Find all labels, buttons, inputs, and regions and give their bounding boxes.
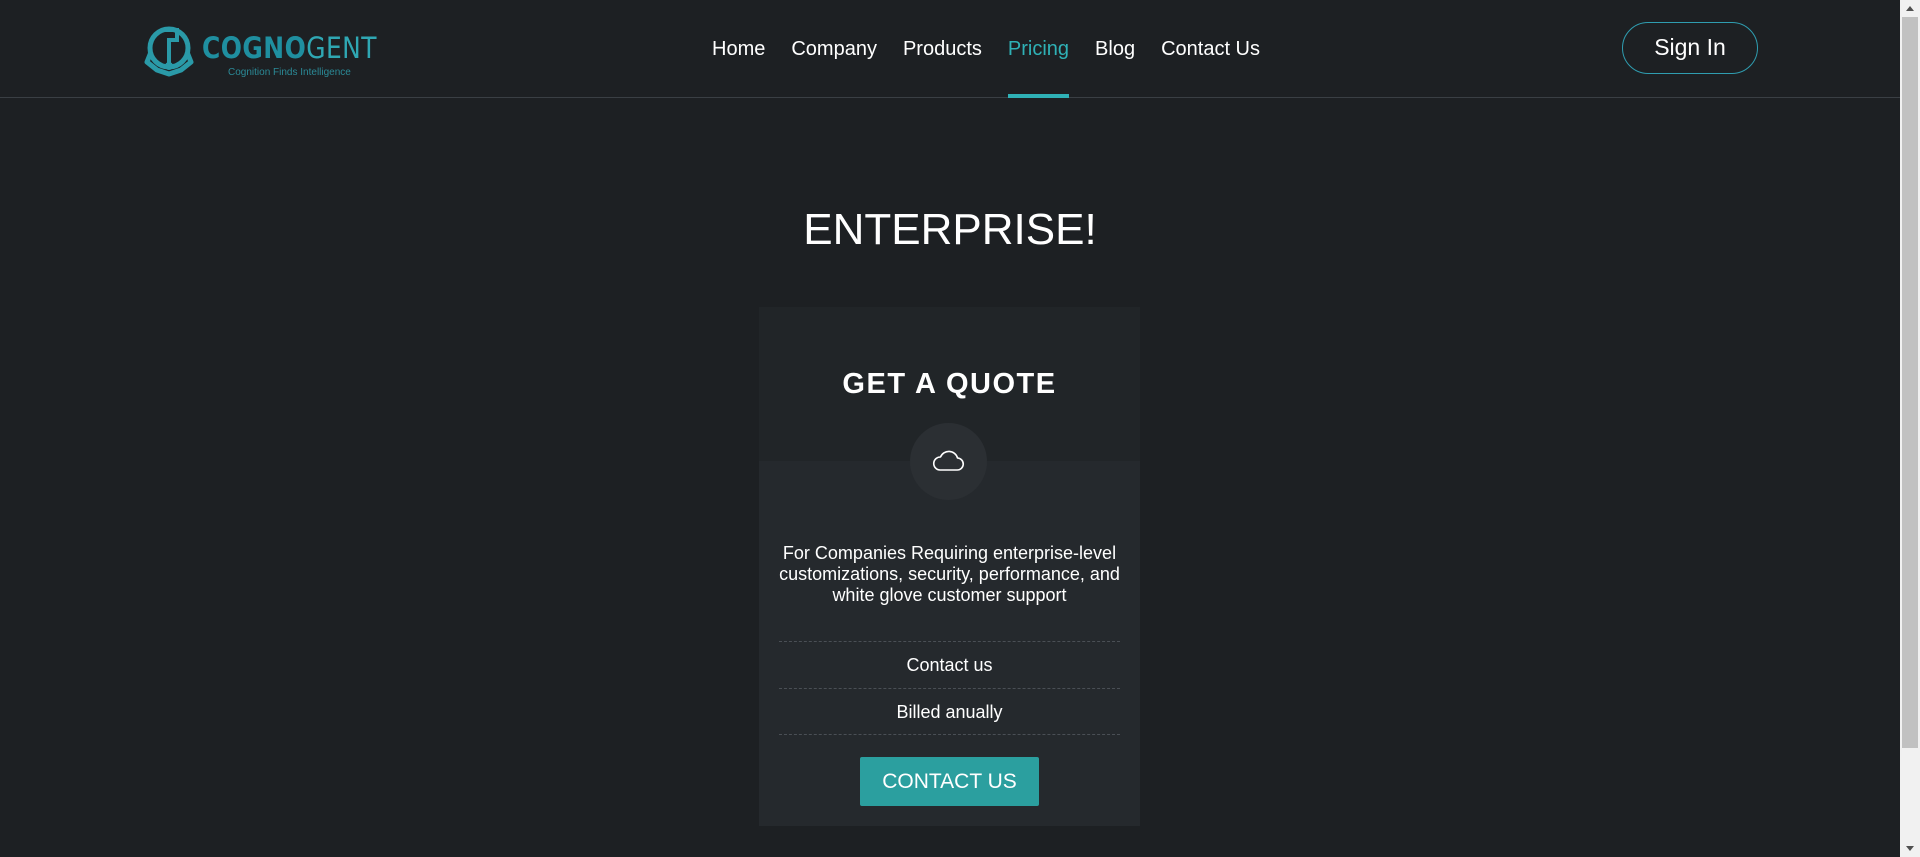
- icon-circle: [910, 423, 987, 500]
- pricing-card: GET A QUOTE For Companies Requiring ente…: [759, 307, 1140, 826]
- nav-item-company[interactable]: Company: [791, 0, 877, 98]
- vertical-scrollbar[interactable]: [1900, 0, 1920, 857]
- nav-item-home[interactable]: Home: [712, 0, 765, 98]
- scroll-up-arrow-icon[interactable]: [1900, 0, 1920, 17]
- logo-mark-icon: [144, 26, 194, 77]
- card-description: For Companies Requiring enterprise-level…: [779, 543, 1120, 605]
- cloud-icon: [932, 450, 965, 471]
- nav-item-products[interactable]: Products: [903, 0, 982, 98]
- card-row-contact: Contact us: [779, 641, 1120, 688]
- logo-wordmark: COGNOGENT: [202, 31, 377, 65]
- logo[interactable]: COGNOGENT Cognition Finds Intelligence: [143, 20, 376, 82]
- nav-item-pricing[interactable]: Pricing: [1007, 0, 1070, 98]
- scroll-down-arrow-icon[interactable]: [1900, 840, 1920, 857]
- logo-tagline: Cognition Finds Intelligence: [228, 67, 351, 78]
- contact-us-button[interactable]: CONTACT US: [860, 757, 1039, 806]
- card-row-billing: Billed anually: [779, 688, 1120, 735]
- site-header: COGNOGENT Cognition Finds Intelligence H…: [0, 0, 1900, 98]
- main-nav: Home Company Products Pricing Blog Conta…: [712, 0, 1260, 98]
- card-heading: GET A QUOTE: [842, 368, 1057, 400]
- scrollbar-thumb[interactable]: [1902, 17, 1918, 748]
- nav-item-blog[interactable]: Blog: [1095, 0, 1135, 98]
- nav-item-contact-us[interactable]: Contact Us: [1161, 0, 1260, 98]
- main-area: COGNOGENT Cognition Finds Intelligence H…: [0, 0, 1900, 857]
- page-title: ENTERPRISE!: [803, 205, 1097, 254]
- page: COGNOGENT Cognition Finds Intelligence H…: [0, 0, 1920, 857]
- sign-in-button[interactable]: Sign In: [1622, 22, 1758, 74]
